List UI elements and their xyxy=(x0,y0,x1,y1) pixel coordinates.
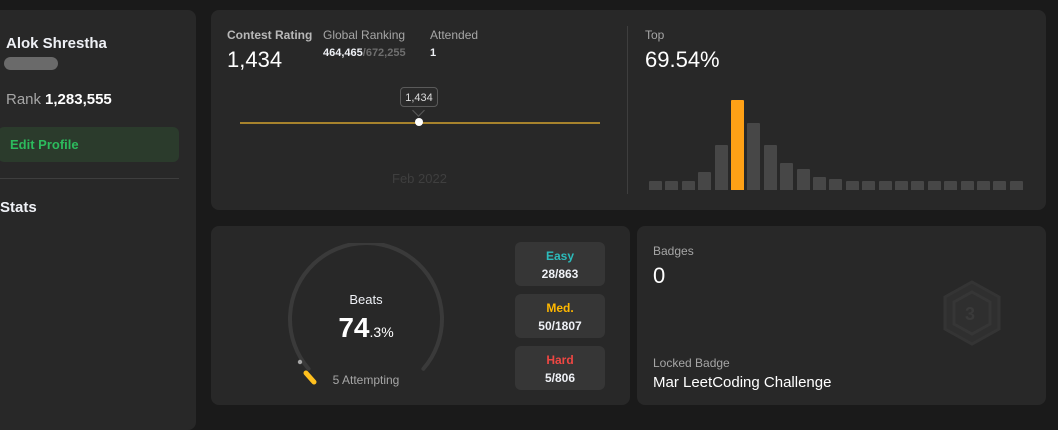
beats-integer: 74 xyxy=(338,312,370,343)
distribution-bar[interactable] xyxy=(1009,181,1023,190)
profile-divider xyxy=(0,178,179,179)
distribution-bar[interactable] xyxy=(862,181,876,190)
badges-count: 0 xyxy=(653,263,666,288)
distribution-bar-highlight[interactable] xyxy=(731,100,744,190)
badges-label: Badges xyxy=(653,244,694,258)
distribution-bar[interactable] xyxy=(698,172,712,190)
distribution-bar[interactable] xyxy=(895,181,908,190)
distribution-bar[interactable] xyxy=(714,145,728,190)
top-label: Top xyxy=(645,28,665,42)
global-ranking-number: 464,465 xyxy=(323,47,363,59)
global-ranking-total: /672,255 xyxy=(362,47,406,59)
contest-rating-label: Contest Rating xyxy=(227,28,313,42)
rating-tooltip: 1,434 xyxy=(400,87,438,107)
distribution-bar[interactable] xyxy=(944,181,958,190)
distribution-bar[interactable] xyxy=(911,181,925,190)
difficulty-hard-count: 5/806 xyxy=(544,371,576,385)
global-ranking-label: Global Ranking xyxy=(323,28,406,42)
profile-name: Alok Shrestha xyxy=(6,35,107,52)
difficulty-hard[interactable]: Hard 5/806 xyxy=(515,346,605,390)
svg-text:3: 3 xyxy=(965,304,975,324)
ring-attempting-segment xyxy=(303,370,317,385)
difficulty-medium[interactable]: Med. 50/1807 xyxy=(515,294,605,338)
distribution-bar[interactable] xyxy=(878,181,892,190)
top-value: 69.54% xyxy=(645,47,720,72)
stats-title: Stats xyxy=(0,199,37,216)
difficulty-easy[interactable]: Easy 28/863 xyxy=(515,242,605,286)
contest-rating-value: 1,434 xyxy=(227,47,283,72)
x-axis-tick: Feb 2022 xyxy=(392,171,447,186)
attempting-count: 5 Attempting xyxy=(332,373,400,387)
edit-profile-button[interactable]: Edit Profile xyxy=(0,127,179,162)
distribution-bar[interactable] xyxy=(977,181,990,190)
distribution-bar[interactable] xyxy=(813,176,826,190)
distribution-bar[interactable] xyxy=(845,181,859,190)
locked-badge-label: Locked Badge xyxy=(653,356,730,370)
difficulty-easy-count: 28/863 xyxy=(541,267,579,281)
distribution-bar[interactable] xyxy=(927,181,941,190)
username-placeholder xyxy=(4,57,58,70)
distribution-bar[interactable] xyxy=(665,181,679,190)
distribution-bar[interactable] xyxy=(763,145,777,190)
contest-card: Contest Rating 1,434 Global Ranking 464,… xyxy=(211,10,1046,210)
global-ranking-value: 464,465/672,255 xyxy=(323,47,406,59)
solved-problems-card: Beats 74.3% 5 Attempting Easy 28/863 Med… xyxy=(211,226,630,405)
distribution-bar[interactable] xyxy=(796,169,810,190)
beats-decimal: .3% xyxy=(369,324,394,340)
difficulty-hard-name: Hard xyxy=(546,353,574,367)
distribution-bar[interactable] xyxy=(829,179,843,190)
difficulty-medium-name: Med. xyxy=(546,301,574,315)
distribution-bar[interactable] xyxy=(747,122,761,190)
distribution-bar[interactable] xyxy=(681,181,695,190)
ring-marker xyxy=(297,359,303,365)
locked-badge-name: Mar LeetCoding Challenge xyxy=(653,374,832,391)
distribution-bar[interactable] xyxy=(993,181,1007,190)
locked-badge-icon[interactable]: 3 xyxy=(937,278,1007,348)
rating-point[interactable] xyxy=(415,118,423,126)
difficulty-medium-count: 50/1807 xyxy=(538,319,582,333)
beats-value: 74.3% xyxy=(317,312,415,344)
distribution-bar[interactable] xyxy=(649,181,662,190)
attended-value: 1 xyxy=(430,47,437,59)
rank-row: Rank 1,283,555 xyxy=(6,91,112,108)
beats-label: Beats xyxy=(349,292,383,307)
difficulty-easy-name: Easy xyxy=(545,249,575,263)
attended-label: Attended xyxy=(430,28,479,42)
distribution-bar[interactable] xyxy=(780,163,794,190)
rank-value: 1,283,555 xyxy=(45,91,112,108)
badges-card: Badges 0 3 Locked Badge Mar LeetCoding C… xyxy=(637,226,1046,405)
rating-distribution-chart xyxy=(649,98,1027,190)
rank-label: Rank xyxy=(6,91,42,108)
distribution-bar[interactable] xyxy=(960,181,974,190)
profile-panel: Alok Shrestha Rank 1,283,555 Edit Profile… xyxy=(0,10,196,430)
contest-divider xyxy=(627,26,628,194)
